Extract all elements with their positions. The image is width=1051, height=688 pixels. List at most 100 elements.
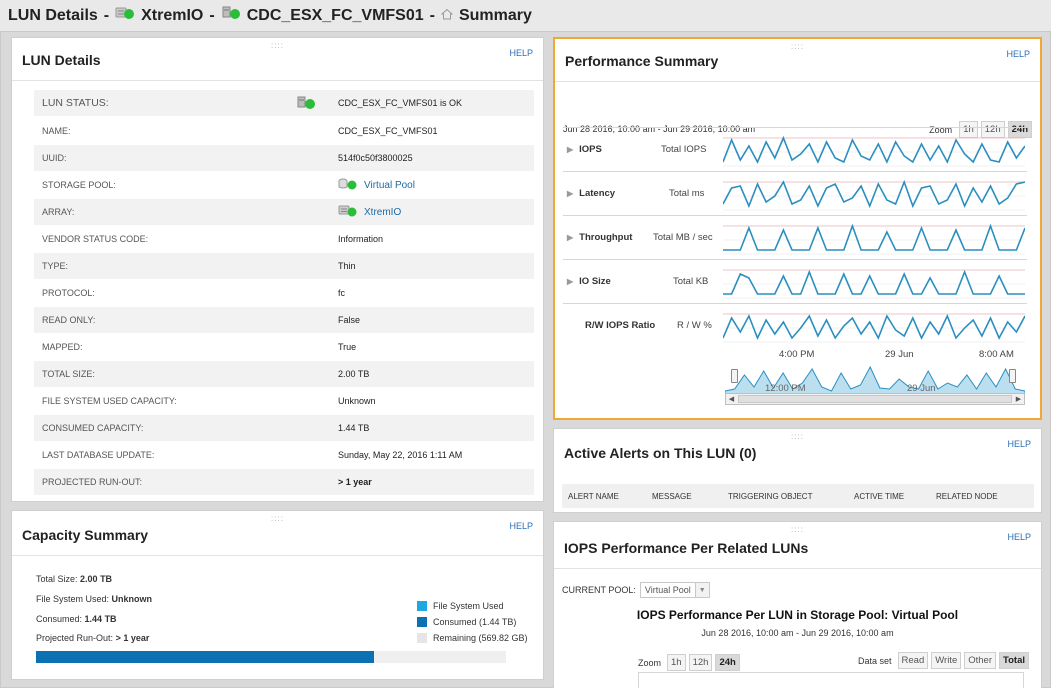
- legend-remaining: Remaining (569.82 GB): [417, 633, 528, 643]
- detail-row-name: NAME: CDC_ESX_FC_VMFS01: [34, 118, 534, 144]
- storage-pool-value[interactable]: Virtual Pool: [364, 180, 415, 191]
- array-link[interactable]: XtremIO: [338, 205, 534, 220]
- detail-value: True: [338, 342, 357, 352]
- scroll-thumb[interactable]: [738, 395, 1012, 403]
- perf-row-name: IOPS: [579, 144, 602, 155]
- detail-label: UUID:: [42, 153, 67, 163]
- expand-arrow-icon[interactable]: ▶: [567, 145, 573, 154]
- perf-row-rw-ratio: R/W IOPS Ratio R / W %: [563, 303, 1027, 347]
- capacity-title: Capacity Summary: [22, 527, 149, 543]
- current-pool-select[interactable]: Virtual Pool ▼: [639, 582, 710, 598]
- alerts-table-header: ALERT NAME MESSAGE TRIGGERING OBJECT ACT…: [562, 484, 1034, 508]
- detail-value: Sunday, May 22, 2016 1:11 AM: [338, 450, 463, 460]
- legend-label: Consumed (1.44 TB): [433, 617, 517, 627]
- detail-row-fs-used: FILE SYSTEM USED CAPACITY: Unknown: [34, 388, 534, 414]
- help-link[interactable]: HELP: [509, 521, 533, 531]
- detail-label: MAPPED:: [42, 342, 83, 352]
- detail-row-lun-status: LUN STATUS: CDC_ESX_FC_VMFS01 is OK: [34, 90, 534, 116]
- axis-tick: 29 Jun: [885, 349, 914, 360]
- lun-details-title: LUN Details: [22, 52, 101, 68]
- breadcrumb-separator: -: [209, 6, 215, 24]
- drag-grip[interactable]: ::::: [271, 41, 284, 50]
- dataset-write-button[interactable]: Write: [931, 652, 962, 669]
- zoom-12h-button[interactable]: 12h: [688, 654, 713, 671]
- expand-arrow-icon[interactable]: ▶: [567, 277, 573, 286]
- current-pool-label: CURRENT POOL:: [562, 585, 636, 595]
- drag-grip[interactable]: ::::: [791, 432, 804, 441]
- help-link[interactable]: HELP: [1007, 439, 1031, 449]
- detail-label: TOTAL SIZE:: [42, 369, 95, 379]
- throughput-sparkline: [723, 223, 1025, 255]
- chevron-down-icon: ▼: [694, 583, 709, 597]
- breadcrumb-lun[interactable]: CDC_ESX_FC_VMFS01: [247, 7, 424, 25]
- divider: [12, 555, 543, 556]
- column-header[interactable]: MESSAGE: [640, 492, 720, 501]
- dataset-selector: Data set Read Write Other Total: [858, 652, 1029, 669]
- array-value[interactable]: XtremIO: [364, 207, 401, 218]
- iops-per-lun-panel: :::: IOPS Performance Per Related LUNs H…: [553, 521, 1042, 688]
- navigator-scrollbar[interactable]: ◀ ▶: [725, 393, 1025, 405]
- breadcrumb-array[interactable]: XtremIO: [141, 7, 203, 25]
- detail-label: LAST DATABASE UPDATE:: [42, 450, 155, 460]
- capacity-fs-used: File System Used: Unknown: [36, 594, 152, 604]
- perf-row-throughput[interactable]: ▶ Throughput Total MB / sec: [563, 215, 1027, 259]
- zoom-label: Zoom: [638, 657, 662, 668]
- help-link[interactable]: HELP: [1007, 532, 1031, 542]
- column-header[interactable]: TRIGGERING OBJECT: [720, 492, 848, 501]
- help-link[interactable]: HELP: [509, 48, 533, 58]
- perf-row-iops[interactable]: ▶ IOPS Total IOPS: [563, 127, 1027, 171]
- expand-arrow-icon[interactable]: ▶: [567, 233, 573, 242]
- storage-pool-link[interactable]: Virtual Pool: [338, 178, 534, 193]
- detail-value: 2.00 TB: [338, 369, 370, 379]
- column-header[interactable]: ACTIVE TIME: [848, 492, 936, 501]
- expand-arrow-icon[interactable]: ▶: [567, 189, 573, 198]
- detail-value: 514f0c50f3800025: [338, 153, 413, 163]
- detail-value: fc: [338, 288, 346, 298]
- dataset-other-button[interactable]: Other: [964, 652, 996, 669]
- drag-grip[interactable]: ::::: [791, 42, 804, 51]
- perf-row-unit: Total MB / sec: [653, 232, 713, 243]
- lun-icon: [221, 6, 241, 25]
- detail-row-storage-pool: STORAGE POOL: Virtual Pool: [34, 172, 534, 198]
- dataset-total-button[interactable]: Total: [999, 652, 1029, 669]
- capacity-runout-value: > 1 year: [115, 633, 150, 643]
- detail-row-array: ARRAY: XtremIO: [34, 199, 534, 225]
- drag-grip[interactable]: ::::: [791, 525, 804, 534]
- sparkline-series: [723, 313, 1025, 341]
- detail-row-protocol: PROTOCOL: fc: [34, 280, 534, 306]
- detail-value: Unknown: [338, 396, 376, 406]
- axis-tick: 4:00 PM: [779, 349, 815, 360]
- scroll-left-icon[interactable]: ◀: [726, 394, 737, 404]
- perf-row-unit: Total ms: [669, 188, 705, 199]
- divider: [554, 568, 1041, 569]
- detail-label: TYPE:: [42, 261, 69, 271]
- detail-value: CDC_ESX_FC_VMFS01 is OK: [338, 98, 463, 108]
- help-link[interactable]: HELP: [1006, 49, 1030, 59]
- column-header[interactable]: RELATED NODE: [936, 492, 1026, 501]
- perf-row-name: Throughput: [579, 232, 633, 243]
- performance-title: Performance Summary: [565, 53, 719, 69]
- perf-row-latency[interactable]: ▶ Latency Total ms: [563, 171, 1027, 215]
- navigator-handle-right[interactable]: [1009, 369, 1016, 383]
- zoom-1h-button[interactable]: 1h: [667, 654, 686, 671]
- dataset-read-button[interactable]: Read: [897, 652, 929, 669]
- detail-value: 1.44 TB: [338, 423, 370, 433]
- scroll-right-icon[interactable]: ▶: [1013, 394, 1024, 404]
- detail-value: > 1 year: [338, 477, 372, 487]
- breadcrumb-lun-details[interactable]: LUN Details: [8, 7, 98, 25]
- legend-label: File System Used: [433, 601, 504, 611]
- navigator-handle-left[interactable]: [731, 369, 738, 383]
- current-pool-row: CURRENT POOL: Virtual Pool ▼: [562, 582, 710, 598]
- perf-row-io-size[interactable]: ▶ IO Size Total KB: [563, 259, 1027, 303]
- column-header[interactable]: ALERT NAME: [562, 492, 640, 501]
- capacity-total-label: Total Size:: [36, 574, 78, 584]
- detail-row-uuid: UUID: 514f0c50f3800025: [34, 145, 534, 171]
- rw-ratio-sparkline: [723, 313, 1025, 343]
- detail-row-run-out: PROJECTED RUN-OUT: > 1 year: [34, 469, 534, 495]
- lun-details-panel: :::: LUN Details HELP LUN STATUS: CDC_ES…: [11, 37, 544, 502]
- detail-row-type: TYPE: Thin: [34, 253, 534, 279]
- drag-grip[interactable]: ::::: [271, 514, 284, 523]
- iops-chart-area: [638, 672, 1024, 688]
- zoom-24h-button[interactable]: 24h: [715, 654, 740, 671]
- iops-chart-title: IOPS Performance Per LUN in Storage Pool…: [636, 608, 959, 622]
